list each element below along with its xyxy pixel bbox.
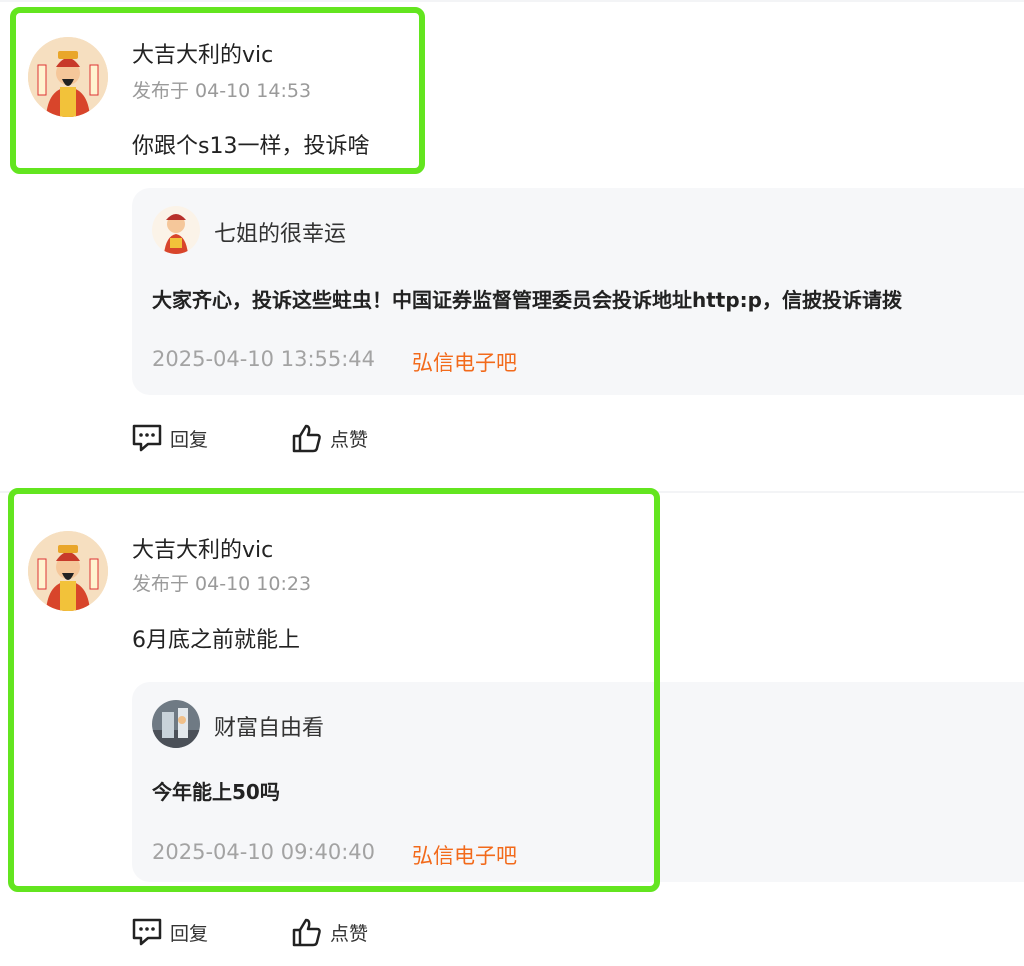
comment-card: 大吉大利的vic 发布于 04-10 14:53 你跟个s13一样，投诉啥 七姐…	[0, 0, 1024, 490]
reply-button[interactable]: 回复	[132, 918, 208, 946]
avatar[interactable]	[28, 531, 108, 611]
author-name[interactable]: 大吉大利的vic	[132, 37, 273, 69]
like-label: 点赞	[330, 922, 369, 945]
quoted-post[interactable]: 财富自由看 今年能上50吗 2025-04-10 09:40:40 弘信电子吧	[132, 682, 1024, 882]
thumbs-up-icon	[292, 918, 321, 947]
bar-link[interactable]: 弘信电子吧	[412, 840, 517, 870]
quoted-time: 2025-04-10 13:55:44	[152, 347, 376, 371]
like-button[interactable]: 点赞	[292, 917, 368, 947]
post-time: 发布于 04-10 10:23	[132, 573, 312, 595]
quoted-author[interactable]: 财富自由看	[214, 710, 324, 742]
quoted-avatar[interactable]	[152, 206, 200, 254]
like-button[interactable]: 点赞	[292, 423, 368, 453]
quoted-author[interactable]: 七姐的很幸运	[214, 216, 346, 248]
comment-icon	[132, 424, 162, 452]
comment-text: 6月底之前就能上	[132, 628, 300, 653]
post-time: 发布于 04-10 14:53	[132, 80, 312, 102]
like-label: 点赞	[330, 428, 369, 451]
comment-text: 你跟个s13一样，投诉啥	[132, 134, 370, 159]
reply-label: 回复	[170, 428, 209, 451]
quoted-text: 今年能上50吗	[152, 780, 280, 804]
quoted-text: 大家齐心，投诉这些蛀虫！中国证券监督管理委员会投诉地址http:p，信披投诉请拨	[152, 288, 902, 312]
quoted-time: 2025-04-10 09:40:40	[152, 840, 376, 864]
bar-link[interactable]: 弘信电子吧	[412, 347, 517, 377]
quoted-post[interactable]: 七姐的很幸运 大家齐心，投诉这些蛀虫！中国证券监督管理委员会投诉地址http:p…	[132, 188, 1024, 395]
reply-label: 回复	[170, 922, 209, 945]
reply-button[interactable]: 回复	[132, 424, 208, 452]
comment-icon	[132, 918, 162, 946]
avatar[interactable]	[28, 37, 108, 117]
thumbs-up-icon	[292, 424, 321, 453]
author-name[interactable]: 大吉大利的vic	[132, 532, 273, 564]
quoted-avatar[interactable]	[152, 700, 200, 748]
comment-card: 大吉大利的vic 发布于 04-10 10:23 6月底之前就能上 财富自由看 …	[0, 492, 1024, 966]
